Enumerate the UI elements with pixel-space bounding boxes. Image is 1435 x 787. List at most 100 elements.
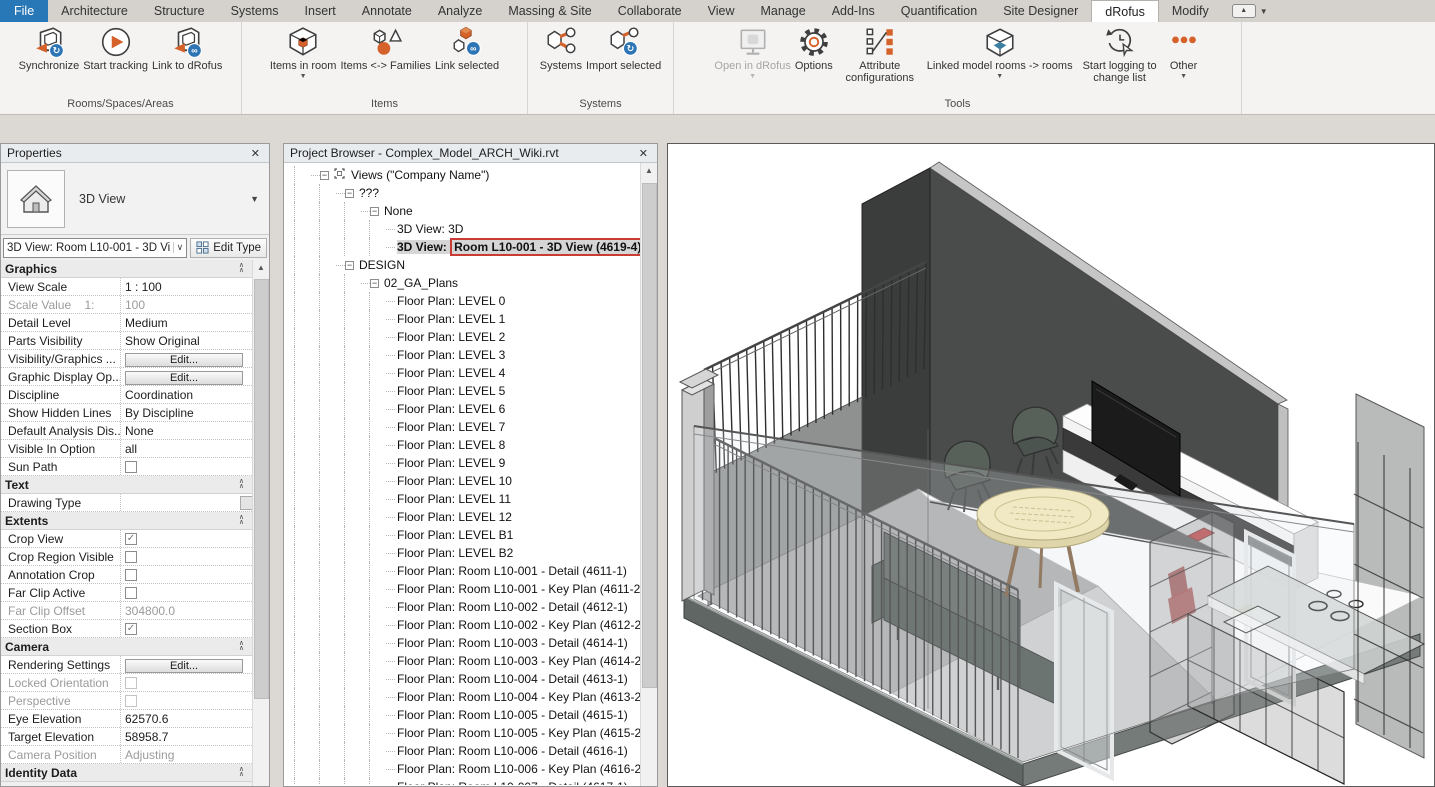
collapse-node-icon[interactable]: − (345, 261, 354, 270)
tree-item[interactable]: −??? (284, 184, 641, 202)
project-browser-title-bar[interactable]: Project Browser - Complex_Model_ARCH_Wik… (284, 144, 657, 163)
tree-item[interactable]: −02_GA_Plans (284, 274, 641, 292)
options-button[interactable]: Options (793, 24, 835, 96)
tree-item[interactable]: Floor Plan: LEVEL 4 (284, 364, 641, 382)
property-value[interactable]: ✓ (121, 620, 254, 637)
tree-item[interactable]: Floor Plan: Room L10-005 - Detail (4615-… (284, 706, 641, 724)
project-browser-scrollbar[interactable]: ▲ (640, 163, 657, 786)
tab-manage[interactable]: Manage (748, 0, 819, 22)
property-value[interactable]: Show Original (121, 332, 254, 349)
tree-item[interactable]: Floor Plan: LEVEL 11 (284, 490, 641, 508)
ribbon-collapse-button[interactable]: ▲▼ (1232, 0, 1268, 22)
open-in-drofus-button[interactable]: Open in dRofus▼ (712, 24, 792, 96)
tab-structure[interactable]: Structure (141, 0, 218, 22)
property-value[interactable] (121, 674, 254, 691)
tree-item[interactable]: Floor Plan: LEVEL 7 (284, 418, 641, 436)
tree-item[interactable]: −Views ("Company Name") (284, 166, 641, 184)
tab-annotate[interactable]: Annotate (349, 0, 425, 22)
tree-item[interactable]: −DESIGN (284, 256, 641, 274)
tree-item[interactable]: 3D View: 3D (284, 220, 641, 238)
link-selected-button[interactable]: ∞Link selected (433, 24, 501, 96)
tree-item[interactable]: Floor Plan: LEVEL 10 (284, 472, 641, 490)
linked-model-rooms-rooms-button[interactable]: Linked model rooms -> rooms▼ (925, 24, 1075, 96)
property-value[interactable]: 62570.6 (121, 710, 254, 727)
property-value[interactable]: Medium (121, 314, 254, 331)
link-to-drofus-button[interactable]: ∞Link to dRofus (150, 24, 224, 96)
tree-item[interactable]: Floor Plan: LEVEL 8 (284, 436, 641, 454)
collapse-node-icon[interactable]: − (345, 189, 354, 198)
tab-analyze[interactable]: Analyze (425, 0, 495, 22)
section-header[interactable]: Text∧∧ (1, 476, 254, 494)
tab-insert[interactable]: Insert (292, 0, 349, 22)
scroll-up-icon[interactable]: ▲ (253, 260, 269, 277)
attribute-configurations-button[interactable]: Attribute configurations (835, 24, 925, 96)
section-header[interactable]: Identity Data∧∧ (1, 764, 254, 782)
tree-item[interactable]: Floor Plan: LEVEL 6 (284, 400, 641, 418)
tree-item[interactable]: Floor Plan: LEVEL 5 (284, 382, 641, 400)
property-value[interactable]: Adjusting (121, 746, 254, 763)
section-header[interactable]: Graphics∧∧ (1, 260, 254, 278)
checkbox[interactable] (125, 569, 137, 581)
tree-item[interactable]: 3D View: Room L10-001 - 3D View (4619-4) (284, 238, 641, 256)
property-value[interactable]: 100 (121, 296, 254, 313)
property-value[interactable] (121, 692, 254, 709)
tab-collaborate[interactable]: Collaborate (605, 0, 695, 22)
tree-item[interactable]: Floor Plan: Room L10-002 - Detail (4612-… (284, 598, 641, 616)
items-families-button[interactable]: Items <-> Families (338, 24, 432, 96)
checkbox[interactable] (125, 695, 137, 707)
properties-scrollbar[interactable]: ▲ (252, 260, 269, 786)
tree-item[interactable]: Floor Plan: Room L10-001 - Detail (4611-… (284, 562, 641, 580)
collapse-section-icon[interactable]: ∧∧ (239, 642, 250, 651)
chevron-down-icon[interactable]: ▼ (250, 194, 263, 204)
tab-quantification[interactable]: Quantification (888, 0, 990, 22)
items-in-room-button[interactable]: Items in room▼ (268, 24, 339, 96)
start-tracking-button[interactable]: Start tracking (81, 24, 150, 96)
3d-view-canvas[interactable] (667, 143, 1435, 787)
tree-item[interactable]: Floor Plan: LEVEL 12 (284, 508, 641, 526)
tab-massing-site[interactable]: Massing & Site (495, 0, 604, 22)
tree-item[interactable]: Floor Plan: LEVEL 3 (284, 346, 641, 364)
property-value[interactable]: By Discipline (121, 404, 254, 421)
tree-item[interactable]: Floor Plan: LEVEL 9 (284, 454, 641, 472)
edit-button[interactable]: Edit... (125, 371, 243, 385)
section-header[interactable]: Camera∧∧ (1, 638, 254, 656)
view-type-select[interactable]: 3D View: Room L10-001 - 3D Vi ∨ (3, 238, 187, 258)
properties-title-bar[interactable]: Properties ✕ (1, 144, 269, 163)
tab-view[interactable]: View (695, 0, 748, 22)
property-value[interactable]: ✓ (121, 530, 254, 547)
property-value[interactable]: all (121, 440, 254, 457)
tree-item[interactable]: Floor Plan: Room L10-005 - Key Plan (461… (284, 724, 641, 742)
tab-site-designer[interactable]: Site Designer (990, 0, 1091, 22)
property-value[interactable] (121, 566, 254, 583)
tree-item[interactable]: Floor Plan: Room L10-007 - Detail (4617-… (284, 778, 641, 785)
property-value[interactable]: 58958.7 (121, 728, 254, 745)
start-logging-to-change-list-button[interactable]: Start logging to change list (1075, 24, 1165, 96)
type-selector[interactable]: 3D View ▼ (1, 163, 269, 235)
tab-file[interactable]: File (0, 0, 48, 22)
import-selected-button[interactable]: ↻Import selected (584, 24, 663, 96)
checkbox[interactable] (125, 587, 137, 599)
edit-button[interactable]: Edit... (125, 659, 243, 673)
collapse-node-icon[interactable]: − (320, 171, 329, 180)
property-value[interactable]: 304800.0 (121, 602, 254, 619)
checkbox[interactable]: ✓ (125, 623, 137, 635)
close-icon[interactable]: ✕ (636, 147, 651, 160)
collapse-section-icon[interactable]: ∧∧ (239, 768, 250, 777)
property-value[interactable]: Edit... (121, 656, 254, 673)
tree-item[interactable]: Floor Plan: LEVEL B2 (284, 544, 641, 562)
tree-item[interactable]: Floor Plan: Room L10-004 - Key Plan (461… (284, 688, 641, 706)
checkbox[interactable] (125, 551, 137, 563)
collapse-section-icon[interactable]: ∧∧ (239, 264, 250, 273)
tree-item[interactable]: Floor Plan: LEVEL 2 (284, 328, 641, 346)
checkbox[interactable] (125, 677, 137, 689)
tab-drofus[interactable]: dRofus (1091, 0, 1159, 22)
tree-item[interactable]: −None (284, 202, 641, 220)
tree-item[interactable]: Floor Plan: Room L10-002 - Key Plan (461… (284, 616, 641, 634)
tree-item[interactable]: Floor Plan: Room L10-003 - Detail (4614-… (284, 634, 641, 652)
edit-button[interactable]: Edit... (125, 353, 243, 367)
checkbox[interactable] (125, 461, 137, 473)
section-header[interactable]: Extents∧∧ (1, 512, 254, 530)
close-icon[interactable]: ✕ (248, 147, 263, 160)
tab-systems[interactable]: Systems (218, 0, 292, 22)
property-value[interactable]: 1 : 100 (121, 278, 254, 295)
